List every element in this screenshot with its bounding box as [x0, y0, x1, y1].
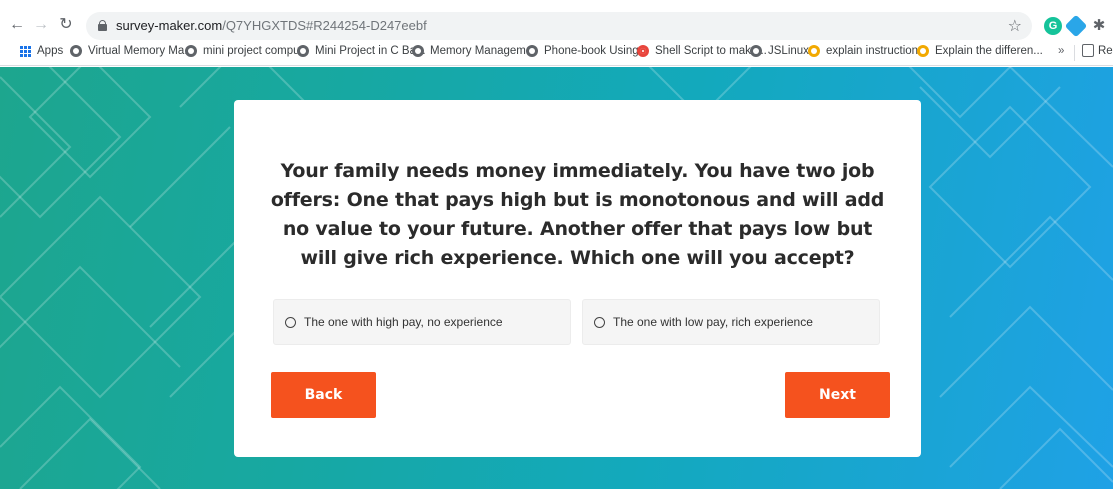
bookmark-label: Explain the differen...: [935, 45, 1043, 57]
extensions-puzzle-icon[interactable]: ✱: [1090, 17, 1108, 35]
option-low-pay[interactable]: The one with low pay, rich experience: [582, 299, 880, 345]
question-text: Your family needs money immediately. You…: [270, 160, 885, 269]
url-text: survey-maker.com/Q7YHGXTDS#R244254-D247e…: [116, 18, 427, 33]
target-icon: [637, 45, 649, 57]
extension-diamond-icon[interactable]: [1064, 14, 1088, 38]
browser-chrome: ← → ↻ survey-maker.com/Q7YHGXTDS#R244254…: [0, 0, 1113, 66]
survey-page: Your family needs money immediately. You…: [0, 67, 1113, 489]
bookmark-label: Phone-book Using...: [544, 45, 649, 57]
address-bar[interactable]: survey-maker.com/Q7YHGXTDS#R244254-D247e…: [86, 12, 1032, 40]
quora-icon: [917, 45, 929, 57]
option-label: The one with low pay, rich experience: [613, 315, 813, 329]
globe-icon: [297, 45, 309, 57]
globe-icon: [70, 45, 82, 57]
apps-icon: [20, 45, 31, 57]
reading-list-button[interactable]: Re: [1082, 44, 1113, 57]
option-label: The one with high pay, no experience: [304, 315, 503, 329]
back-button[interactable]: Back: [271, 372, 376, 418]
bookmark-item[interactable]: mini project compu...: [185, 45, 309, 57]
bookmark-label: Memory Managem...: [430, 45, 536, 57]
bookmark-item[interactable]: JSLinux: [750, 45, 809, 57]
reload-icon[interactable]: ↻: [55, 14, 77, 36]
bookmark-label: Virtual Memory Ma...: [88, 45, 194, 57]
globe-icon: [412, 45, 424, 57]
radio-button-icon[interactable]: [285, 316, 296, 328]
bookmark-star-icon[interactable]: ☆: [1008, 16, 1022, 36]
option-high-pay[interactable]: The one with high pay, no experience: [273, 299, 571, 345]
lock-icon: [98, 20, 107, 31]
bookmarks-bar: Apps Virtual Memory Ma... mini project c…: [0, 43, 1113, 63]
bookmark-label: mini project compu...: [203, 45, 310, 57]
bookmark-label: explain instruction...: [826, 45, 928, 57]
globe-icon: [526, 45, 538, 57]
bookmark-label: Apps: [37, 45, 64, 57]
bookmark-item[interactable]: explain instruction...: [808, 45, 928, 57]
globe-icon: [185, 45, 197, 57]
bookmark-label: JSLinux: [768, 45, 809, 57]
url-path: /Q7YHGXTDS#R244254-D247eebf: [222, 18, 427, 33]
survey-card: Your family needs money immediately. You…: [234, 100, 921, 457]
bookmark-item[interactable]: Shell Script to make...: [637, 45, 767, 57]
radio-button-icon[interactable]: [594, 316, 605, 328]
back-arrow-icon[interactable]: ←: [6, 14, 28, 36]
globe-icon: [750, 45, 762, 57]
quora-icon: [808, 45, 820, 57]
bookmark-item[interactable]: Explain the differen...: [917, 45, 1043, 57]
url-host: survey-maker.com: [116, 18, 223, 33]
forward-arrow-icon[interactable]: →: [30, 14, 52, 36]
bookmark-item[interactable]: Memory Managem...: [412, 45, 535, 57]
browser-toolbar: ← → ↻ survey-maker.com/Q7YHGXTDS#R244254…: [0, 12, 1113, 40]
bookmark-item[interactable]: Mini Project in C Ba...: [297, 45, 426, 57]
bookmark-apps[interactable]: Apps: [20, 45, 63, 57]
bookmarks-divider: [1074, 45, 1075, 61]
bookmark-item[interactable]: Virtual Memory Ma...: [70, 45, 194, 57]
grammarly-extension-icon[interactable]: G: [1044, 17, 1062, 35]
bookmarks-overflow-button[interactable]: »: [1058, 45, 1064, 57]
next-button[interactable]: Next: [785, 372, 890, 418]
reading-list-icon: [1082, 44, 1094, 57]
bookmark-item[interactable]: Phone-book Using...: [526, 45, 648, 57]
reading-list-label: Re: [1098, 44, 1113, 57]
bookmark-label: Mini Project in C Ba...: [315, 45, 426, 57]
